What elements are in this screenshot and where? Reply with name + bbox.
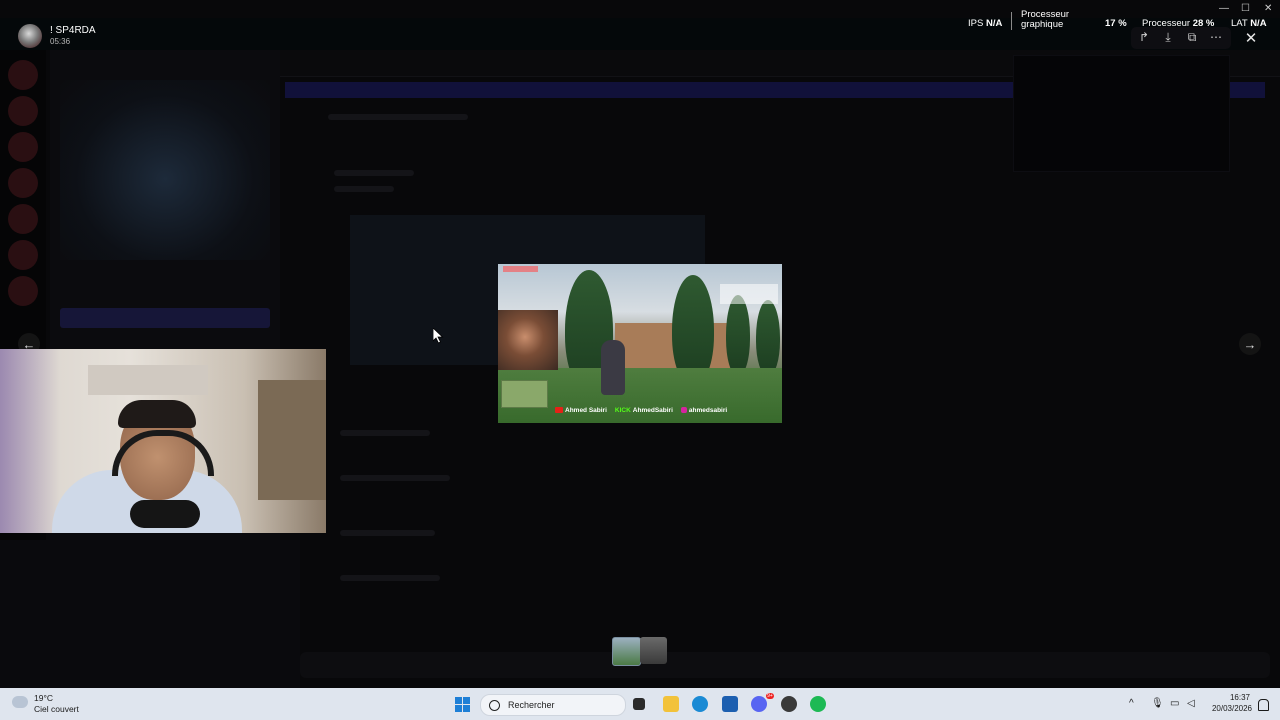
backdrop-server-icon bbox=[8, 204, 38, 234]
ips-value: N/A bbox=[985, 18, 1003, 29]
next-arrow-icon[interactable]: → bbox=[1239, 333, 1261, 355]
poster-text: ! SP4RDA 05:36 bbox=[50, 25, 96, 47]
clock-time[interactable]: 16:37 bbox=[1226, 693, 1250, 702]
kick-handle: KICK AhmedSabiri bbox=[615, 407, 673, 414]
backdrop-message-line bbox=[334, 170, 414, 176]
webcam-light bbox=[0, 349, 60, 533]
backdrop-popout bbox=[1013, 55, 1230, 172]
weather-temperature[interactable]: 19°C bbox=[34, 693, 53, 703]
youtube-icon bbox=[555, 407, 563, 414]
instagram-handle-text: ahmedsabiri bbox=[688, 407, 728, 414]
spotify-icon[interactable] bbox=[810, 696, 826, 712]
backdrop-message-line bbox=[340, 475, 450, 481]
preview-streamer-cam bbox=[498, 310, 558, 370]
backdrop-message-input bbox=[300, 652, 1270, 678]
preview-minimap bbox=[501, 380, 548, 408]
discord-notification-badge: 9+ bbox=[766, 693, 774, 699]
taskbar: 19°C Ciel couvert Rechercher 9+ ^ 🎙 ▭ ◁ … bbox=[0, 688, 1280, 720]
backdrop-server-icon bbox=[8, 132, 38, 162]
preview-social-bar: Ahmed Sabiri KICK AhmedSabiri ahmedsabiri bbox=[555, 407, 727, 414]
poster-name: ! SP4RDA bbox=[50, 25, 96, 36]
weather-description[interactable]: Ciel couvert bbox=[34, 704, 79, 714]
share-icon[interactable]: ↱ bbox=[1135, 29, 1153, 45]
file-explorer-icon[interactable] bbox=[663, 696, 679, 712]
preview-tree bbox=[726, 295, 750, 375]
backdrop-server-banner bbox=[60, 80, 270, 260]
backdrop-message-line bbox=[334, 186, 394, 192]
webcam-door bbox=[258, 380, 326, 500]
thumbnail-1[interactable] bbox=[612, 637, 641, 666]
backdrop-message-line bbox=[340, 575, 440, 581]
thumbnail-2[interactable] bbox=[640, 637, 667, 664]
youtube-handle-text: Ahmed Sabiri bbox=[565, 407, 607, 414]
gpu-value: 17 % bbox=[1105, 18, 1127, 29]
avatar bbox=[18, 24, 42, 48]
network-icon[interactable]: ▭ bbox=[1170, 698, 1179, 709]
preview-chat bbox=[503, 266, 538, 272]
perf-ips: IPS N/A bbox=[968, 18, 1002, 46]
backdrop-message-line bbox=[340, 530, 435, 536]
backdrop-message-line bbox=[340, 430, 430, 436]
poster-info: ! SP4RDA 05:36 bbox=[18, 24, 96, 48]
preview-character bbox=[601, 340, 625, 395]
backdrop-message-line bbox=[328, 114, 468, 120]
store-icon[interactable] bbox=[722, 696, 738, 712]
webcam-wall-frame bbox=[88, 365, 208, 395]
taskbar-search[interactable]: Rechercher bbox=[480, 694, 626, 716]
close-icon[interactable]: ✕ bbox=[1240, 27, 1262, 49]
instagram-handle: ahmedsabiri bbox=[680, 407, 728, 414]
more-icon[interactable]: ⋯ bbox=[1207, 29, 1225, 45]
notification-bell-icon[interactable] bbox=[1258, 699, 1269, 711]
backdrop-join-button bbox=[60, 308, 270, 328]
discord-icon[interactable] bbox=[751, 696, 767, 712]
search-icon bbox=[489, 699, 500, 711]
volume-icon[interactable]: ◁ bbox=[1187, 698, 1195, 709]
kick-icon: KICK bbox=[614, 407, 631, 414]
clock-date[interactable]: 20/03/2026 bbox=[1208, 704, 1252, 713]
preview-tree bbox=[756, 300, 780, 375]
microphone-icon[interactable]: 🎙 bbox=[1151, 698, 1164, 709]
instagram-icon bbox=[680, 407, 687, 414]
open-external-icon[interactable]: ⧉ bbox=[1183, 29, 1201, 45]
window-close-icon[interactable]: ✕ bbox=[1264, 3, 1272, 14]
backdrop-title-strip bbox=[0, 18, 1280, 50]
minimize-icon[interactable]: — bbox=[1219, 3, 1229, 14]
task-view-icon[interactable] bbox=[633, 698, 645, 710]
backdrop-server-icon bbox=[8, 60, 38, 90]
perf-separator bbox=[1011, 12, 1012, 30]
backdrop-server-icon bbox=[8, 168, 38, 198]
windows-start-icon[interactable] bbox=[455, 697, 470, 712]
chevron-up-icon[interactable]: ^ bbox=[1129, 698, 1134, 709]
youtube-handle: Ahmed Sabiri bbox=[555, 407, 607, 414]
backdrop-server-icon bbox=[8, 240, 38, 270]
ips-label: IPS bbox=[968, 18, 984, 29]
webcam-microphone bbox=[130, 500, 200, 528]
perf-gpu: Processeur graphique bbox=[1021, 10, 1069, 38]
backdrop-server-icon bbox=[8, 96, 38, 126]
search-placeholder: Rechercher bbox=[508, 700, 555, 710]
maximize-icon[interactable]: ☐ bbox=[1241, 3, 1250, 14]
steam-icon[interactable] bbox=[781, 696, 797, 712]
edge-icon[interactable] bbox=[692, 696, 708, 712]
kick-handle-text: AhmedSabiri bbox=[632, 407, 673, 414]
gpu-label-2: graphique bbox=[1021, 19, 1064, 30]
perf-gpu-value-wrap: 17 % bbox=[1105, 18, 1127, 46]
webcam-person-hair bbox=[118, 400, 196, 428]
preview-hud bbox=[720, 284, 778, 304]
download-icon[interactable]: ⤓ bbox=[1159, 29, 1177, 45]
backdrop-voice-panel bbox=[0, 540, 300, 688]
backdrop-server-icon bbox=[8, 276, 38, 306]
poster-time: 05:36 bbox=[50, 37, 71, 46]
mouse-cursor-icon bbox=[433, 328, 444, 344]
cloud-icon bbox=[12, 696, 28, 708]
